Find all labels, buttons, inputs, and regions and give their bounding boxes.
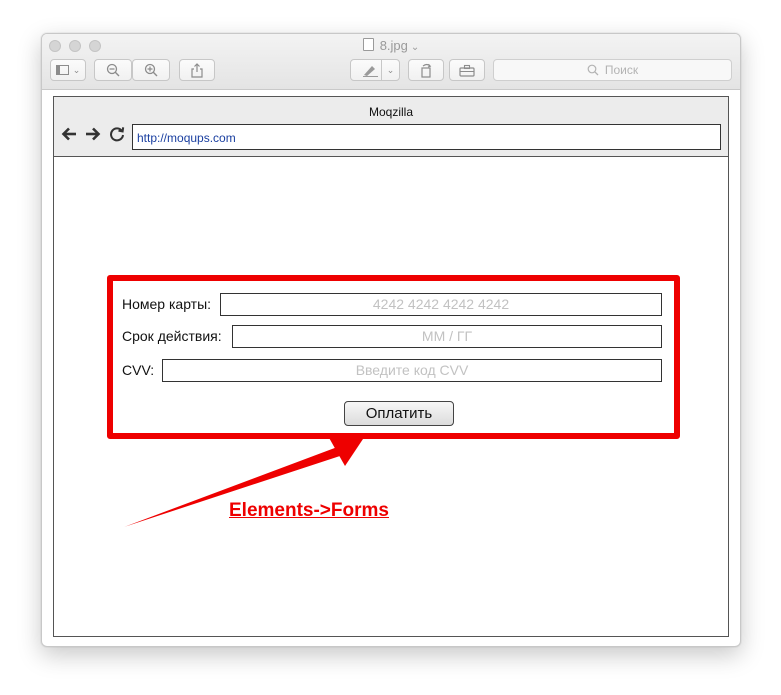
- annotation-arrow-icon: [124, 436, 363, 527]
- annotation-label: Elements->Forms: [229, 500, 389, 521]
